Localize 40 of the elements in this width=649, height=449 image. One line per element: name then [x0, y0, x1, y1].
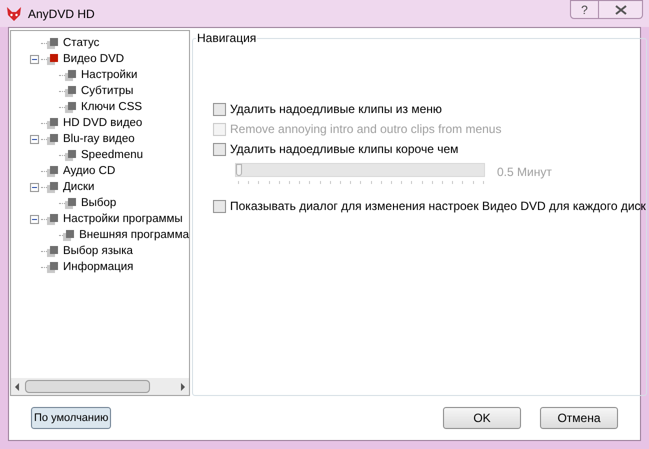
tree-item[interactable]: Аудио CD [63, 163, 116, 179]
checkbox-label: Показывать диалог для изменения настроек Видео DVD для каждого диск [230, 198, 646, 215]
checkbox[interactable] [213, 102, 226, 116]
slider-value: 0.5 Минут [497, 164, 552, 181]
ok-button[interactable]: OK [443, 407, 521, 429]
tree-item[interactable]: Настройки [81, 67, 138, 83]
defaults-button[interactable]: По умолчанию [31, 407, 112, 429]
close-button[interactable] [599, 0, 643, 19]
tree-item[interactable]: HD DVD видео [63, 115, 142, 131]
help-button[interactable]: ? [570, 0, 599, 19]
tree-item[interactable]: Выбор [81, 195, 116, 211]
checkbox-label: Удалить надоедливые клипы из меню [230, 101, 442, 118]
collapse-toggle-icon[interactable] [30, 134, 38, 144]
close-icon [614, 4, 626, 14]
tree-item[interactable]: Внешняя программа [79, 227, 189, 243]
cancel-button[interactable]: Отмена [540, 407, 618, 429]
fox-icon [6, 6, 22, 22]
scroll-right-icon[interactable] [179, 382, 187, 390]
scroll-thumb[interactable] [25, 380, 150, 393]
tree-item[interactable]: Статус [63, 35, 100, 51]
tree-item[interactable]: Диски [63, 179, 94, 195]
collapse-toggle-icon[interactable] [30, 214, 38, 224]
tree-item[interactable]: Настройки программы [63, 211, 183, 227]
checkbox[interactable] [213, 200, 226, 212]
tree-item[interactable]: Speedmenu [81, 147, 144, 163]
tree-item[interactable]: Субтитры [81, 83, 134, 99]
scroll-left-icon[interactable] [13, 382, 21, 390]
checkbox[interactable] [213, 142, 226, 156]
slider-track[interactable] [235, 163, 485, 177]
collapse-toggle-icon[interactable] [30, 54, 38, 64]
checkbox-label: Удалить надоедливые клипы короче чем [230, 141, 458, 158]
tree-item[interactable]: Информация [63, 259, 134, 275]
window-title: AnyDVD HD [28, 6, 95, 22]
collapse-toggle-icon[interactable] [30, 182, 38, 192]
tree-item[interactable]: Blu-ray видео [63, 131, 135, 147]
tree-item[interactable]: Выбор языка [63, 243, 133, 259]
tree-item[interactable]: Видео DVD [63, 51, 124, 67]
horizontal-scrollbar[interactable] [11, 378, 189, 395]
checkbox-label: Remove annoying intro and outro clips from menus [230, 121, 502, 138]
tree-item[interactable]: Ключи CSS [81, 99, 142, 115]
